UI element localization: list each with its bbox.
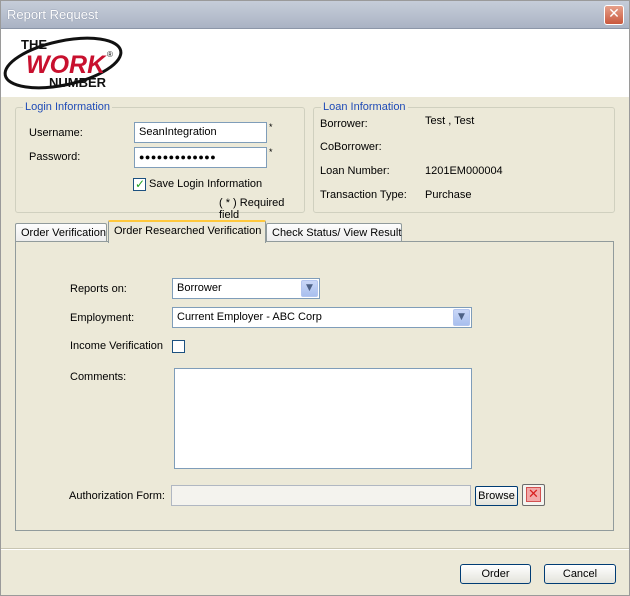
password-required-marker: * (269, 147, 273, 157)
authorization-form-label: Authorization Form: (69, 490, 165, 502)
income-verification-checkbox[interactable] (172, 340, 185, 353)
transaction-type-label: Transaction Type: (320, 189, 407, 201)
coborrower-label: CoBorrower: (320, 141, 382, 153)
save-login-label: Save Login Information (149, 178, 263, 190)
reports-on-selected-value: Borrower (177, 282, 222, 294)
loan-number-label: Loan Number: (320, 165, 390, 177)
order-button[interactable]: Order (460, 564, 531, 584)
comments-textarea[interactable] (174, 368, 472, 469)
tab-check-status-view-result[interactable]: Check Status/ View Result (266, 223, 402, 242)
authorization-form-path-input[interactable] (171, 485, 471, 506)
order-researched-verification-panel: Reports on: Borrower ▼ Employment: Curre… (15, 241, 614, 531)
tab-order-researched-verification[interactable]: Order Researched Verification (108, 220, 266, 243)
employment-selected-value: Current Employer - ABC Corp (177, 311, 322, 323)
save-login-checkbox[interactable]: ✓ (133, 177, 146, 191)
reports-on-label: Reports on: (70, 283, 127, 295)
close-button[interactable]: ✕ (604, 5, 624, 25)
login-group-title: Login Information (23, 101, 112, 113)
header-logo-area: THE WORK ® NUMBER (1, 29, 629, 97)
the-work-number-logo-icon: THE WORK ® NUMBER (3, 36, 123, 90)
username-label: Username: (29, 127, 83, 139)
employment-label: Employment: (70, 312, 135, 324)
reports-on-select[interactable]: Borrower ▼ (172, 278, 320, 299)
title-bar[interactable]: Report Request ✕ (1, 1, 629, 29)
borrower-label: Borrower: (320, 118, 368, 130)
report-request-window: Report Request ✕ THE WORK ® NUMBER Login… (0, 0, 630, 596)
window-title: Report Request (7, 7, 99, 22)
loan-group-title: Loan Information (321, 101, 408, 113)
close-icon: ✕ (608, 6, 620, 22)
remove-attachment-button[interactable]: ✕ (522, 484, 545, 506)
logo-line-the: THE (21, 37, 47, 52)
logo-registered-mark: ® (107, 50, 113, 59)
username-input[interactable]: SeanIntegration (134, 122, 267, 143)
borrower-value: Test , Test (425, 115, 475, 127)
password-label: Password: (29, 151, 81, 163)
checkmark-icon: ✓ (135, 177, 146, 191)
loan-number-value: 1201EM000004 (425, 165, 503, 177)
logo-line-number: NUMBER (49, 75, 107, 90)
employment-select[interactable]: Current Employer - ABC Corp ▼ (172, 307, 472, 328)
comments-label: Comments: (70, 371, 127, 383)
footer-divider-highlight (1, 549, 629, 550)
browse-button[interactable]: Browse (475, 486, 518, 506)
transaction-type-value: Purchase (425, 189, 472, 201)
username-required-marker: * (269, 122, 273, 132)
loan-information-group: Loan Information Borrower: Test , Test C… (313, 101, 615, 213)
cancel-button[interactable]: Cancel (544, 564, 616, 584)
delete-icon: ✕ (526, 487, 541, 502)
required-field-note: ( * ) Required field (219, 197, 285, 221)
income-verification-label: Income Verification (70, 340, 163, 352)
tab-order-verification[interactable]: Order Verification (15, 223, 107, 242)
chevron-down-icon[interactable]: ▼ (301, 280, 318, 297)
password-input[interactable]: ●●●●●●●●●●●●● (134, 147, 267, 168)
chevron-down-icon[interactable]: ▼ (453, 309, 470, 326)
login-information-group: Login Information Username: SeanIntegrat… (15, 101, 305, 221)
